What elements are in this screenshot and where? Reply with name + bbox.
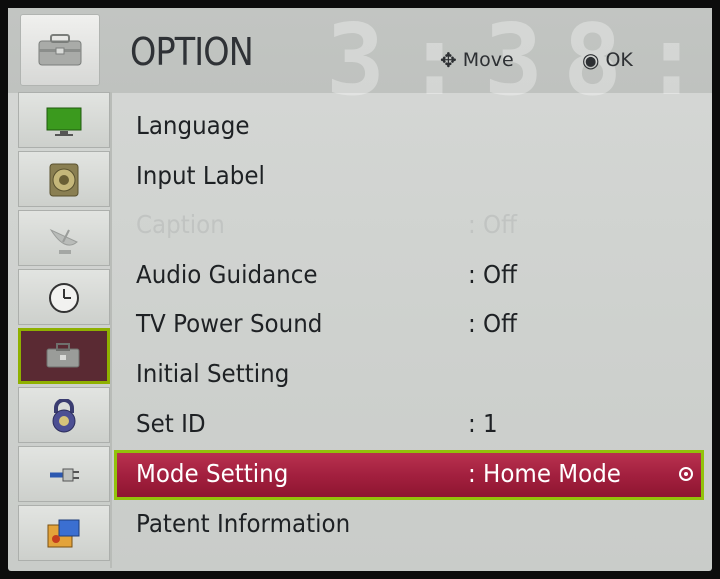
sidebar-item-time[interactable]	[18, 269, 110, 325]
menu-item-label: Caption	[136, 210, 225, 239]
menu-item-language[interactable]: Language	[114, 102, 704, 152]
sidebar-item-lock[interactable]	[18, 387, 110, 443]
toolbox-icon	[46, 343, 80, 368]
menu-item-label: TV Power Sound	[136, 309, 323, 338]
hint-ok-label: OK	[605, 49, 633, 71]
menu-item-label: Initial Setting	[136, 359, 290, 388]
menu-item-audio-guidance[interactable]: Audio Guidance : Off	[114, 251, 704, 301]
speaker-icon	[49, 163, 79, 197]
menu-item-label: Patent Information	[136, 509, 351, 538]
menu-item-input-label[interactable]: Input Label	[114, 152, 704, 202]
category-sidebar	[18, 92, 110, 568]
ok-indicator-icon	[679, 467, 693, 481]
sidebar-item-media[interactable]	[18, 505, 110, 561]
hint-move: ✥ Move	[440, 48, 514, 72]
menu-item-label: Mode Setting	[136, 459, 289, 488]
sidebar-item-input[interactable]	[18, 446, 110, 502]
menu-item-tv-power-sound[interactable]: TV Power Sound : Off	[114, 300, 704, 350]
menu-item-label: Set ID	[136, 409, 206, 438]
menu-item-value: : Off	[468, 210, 518, 239]
menu-item-value: : Home Mode	[468, 459, 621, 488]
picture-icon	[46, 107, 82, 136]
sidebar-divider	[110, 92, 112, 568]
menu-item-value: : Off	[468, 309, 518, 338]
menu-item-patent-information[interactable]: Patent Information	[114, 500, 704, 550]
header-bar: 3:38:38 OPTION ✥ Move ◉ OK	[8, 4, 720, 118]
sidebar-item-picture[interactable]	[18, 92, 110, 148]
lock-icon	[52, 399, 76, 433]
clock-display: 3:38:38	[326, 4, 720, 118]
input-plug-icon	[50, 468, 79, 482]
sidebar-item-audio[interactable]	[18, 151, 110, 207]
menu-item-label: Audio Guidance	[136, 260, 318, 289]
media-icon	[47, 519, 80, 548]
menu-item-label: Language	[136, 111, 250, 140]
hint-move-label: Move	[462, 49, 514, 71]
menu-item-initial-setting[interactable]: Initial Setting	[114, 350, 704, 400]
clock-icon	[49, 283, 79, 313]
menu-item-caption: Caption : Off	[114, 201, 704, 251]
option-menu-window: 3:38:38 OPTION ✥ Move ◉ OK	[8, 4, 720, 571]
move-arrows-icon: ✥	[440, 48, 457, 72]
menu-item-mode-setting[interactable]: Mode Setting : Home Mode	[114, 450, 704, 500]
toolbox-icon	[38, 34, 82, 66]
satellite-dish-icon	[49, 228, 78, 254]
page-title: OPTION	[130, 30, 254, 74]
hint-ok: ◉ OK	[582, 48, 633, 72]
menu-item-label: Input Label	[136, 161, 265, 190]
menu-item-value: : 1	[468, 409, 498, 438]
sidebar-item-option[interactable]	[18, 328, 110, 384]
menu-item-value: : Off	[468, 260, 518, 289]
menu-item-set-id[interactable]: Set ID : 1	[114, 400, 704, 450]
option-header-icon-box	[20, 14, 100, 86]
sidebar-item-channel[interactable]	[18, 210, 110, 266]
ok-button-icon: ◉	[582, 48, 600, 72]
